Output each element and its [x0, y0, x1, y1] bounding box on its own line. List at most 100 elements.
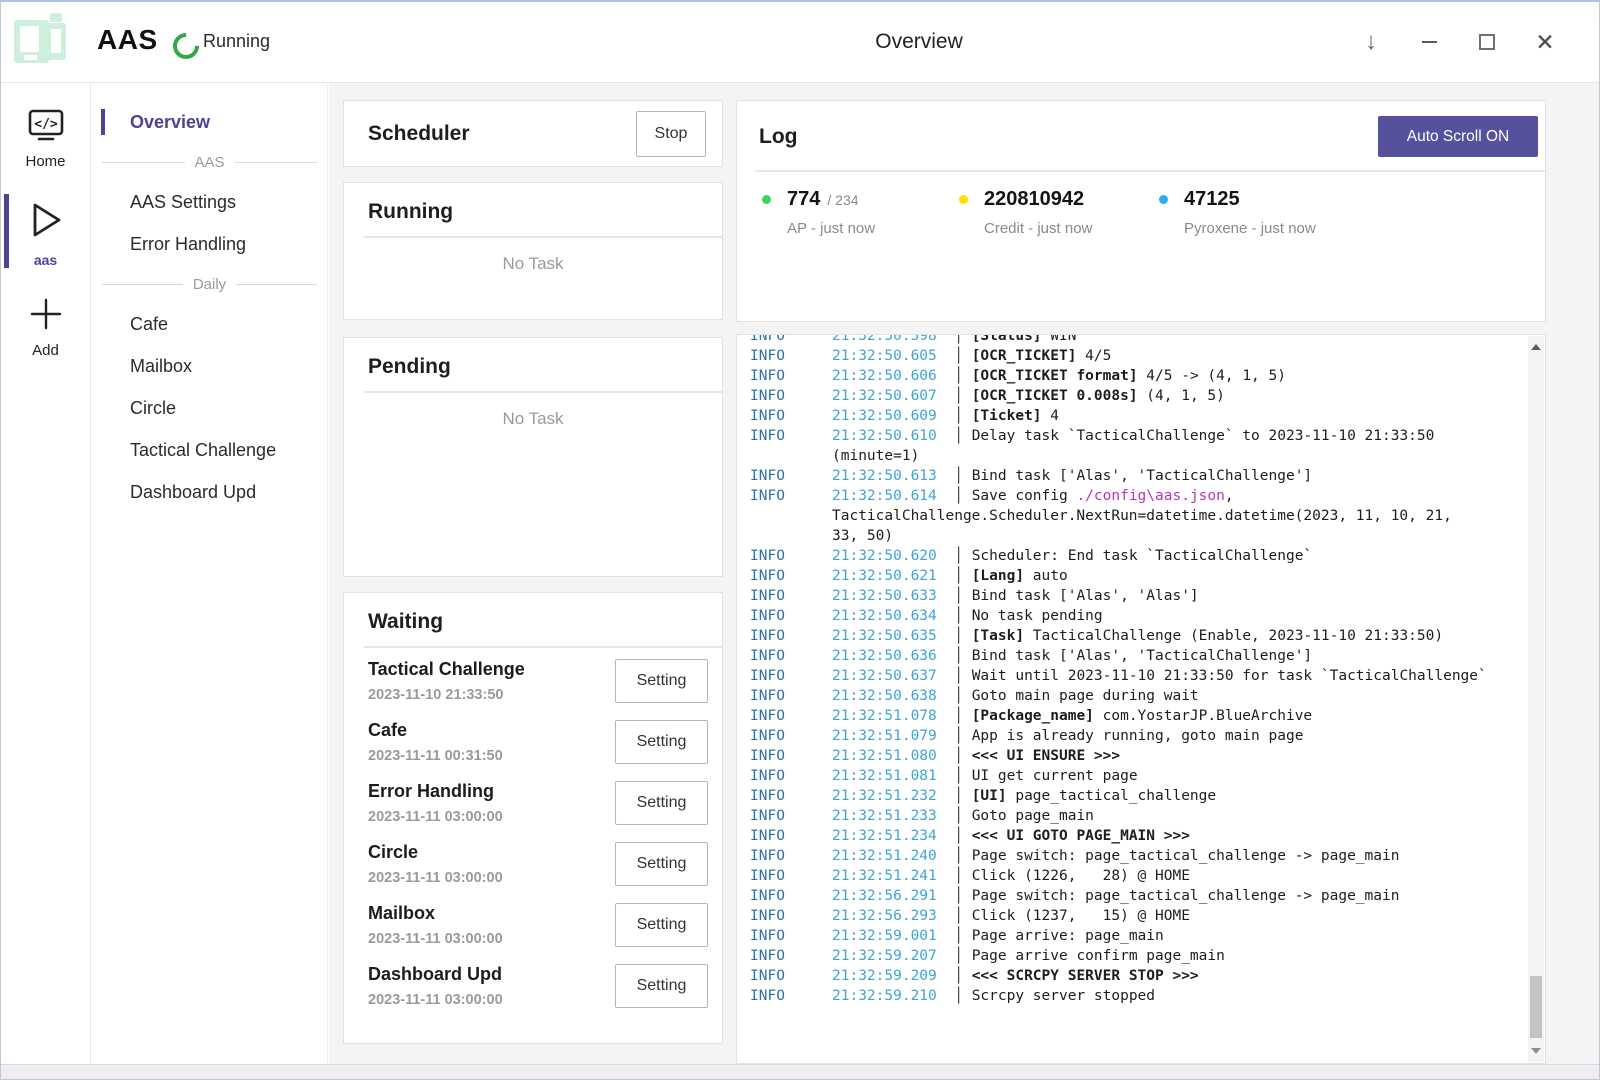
log-level: INFO [750, 546, 832, 566]
log-message: auto [1024, 568, 1068, 584]
log-timestamp: 21:32:51.080 [832, 748, 937, 764]
rail-item-add[interactable]: Add [1, 286, 90, 369]
running-spinner-icon [168, 28, 205, 65]
log-separator: │ [937, 468, 972, 484]
sidebar-item-dashboard-upd[interactable]: Dashboard Upd [92, 471, 327, 513]
log-message: com.YostarJP.BlueArchive [1094, 708, 1312, 724]
auto-scroll-button[interactable]: Auto Scroll ON [1378, 116, 1538, 157]
log-line: INFO21:32:51.241 │ Click (1226, 28) @ HO… [750, 866, 1528, 886]
waiting-task-row: Error Handling2023-11-11 03:00:00Setting [344, 772, 722, 833]
dashboard-total: / 234 [827, 192, 858, 208]
scrollbar-thumb[interactable] [1530, 976, 1542, 1038]
waiting-card: Waiting Tactical Challenge2023-11-10 21:… [343, 592, 723, 1044]
log-message: Goto page_main [972, 808, 1094, 824]
log-level: INFO [750, 946, 832, 966]
log-line: INFO21:32:51.232 │ [UI] page_tactical_ch… [750, 786, 1528, 806]
rail-item-aas[interactable]: aas [1, 188, 90, 278]
log-message: No task pending [972, 608, 1103, 624]
scroll-down-arrow-icon[interactable] [1531, 1048, 1541, 1054]
log-lines: INFO21:32:50.598 │ [Status] WININFO21:32… [750, 335, 1528, 1006]
divider-label: Daily [193, 276, 226, 293]
sidebar-item-error-handling[interactable]: Error Handling [92, 223, 327, 265]
log-timestamp: 21:32:50.614 [832, 488, 937, 504]
log-output[interactable]: INFO21:32:50.598 │ [Status] WININFO21:32… [737, 335, 1528, 1063]
sidebar-item-aas-settings[interactable]: AAS Settings [92, 181, 327, 223]
rail-item-label: Add [32, 342, 59, 359]
log-timestamp: 21:32:50.620 [832, 548, 937, 564]
log-line: INFO21:32:50.621 │ [Lang] auto [750, 566, 1528, 586]
log-timestamp: 21:32:50.605 [832, 348, 937, 364]
setting-button[interactable]: Setting [615, 720, 708, 764]
log-message: Bind task ['Alas', 'TacticalChallenge'] [972, 648, 1312, 664]
running-status-label: Running [203, 31, 270, 52]
log-separator: │ [937, 608, 972, 624]
log-card: Log Auto Scroll ON 774/ 234AP - just now… [736, 100, 1546, 322]
log-title: Log [759, 125, 1378, 149]
scroll-up-arrow-icon[interactable] [1531, 344, 1541, 350]
sidebar-item-tactical-challenge[interactable]: Tactical Challenge [92, 429, 327, 471]
log-dashboard: 774/ 234AP - just now220810942Credit - j… [737, 172, 1545, 292]
log-message: [Ticket] [972, 408, 1042, 424]
log-level: INFO [750, 866, 832, 886]
waiting-task-row: Circle2023-11-11 03:00:00Setting [344, 833, 722, 894]
dashboard-label: Pyroxene - just now [1184, 220, 1316, 237]
log-separator: │ [937, 428, 972, 444]
log-level: INFO [750, 726, 832, 746]
log-level: INFO [750, 335, 832, 346]
sidebar-item-overview[interactable]: Overview [92, 101, 327, 143]
dashboard-value: 774 [787, 188, 820, 211]
log-separator: │ [937, 788, 972, 804]
log-message: Page arrive confirm page_main [972, 948, 1225, 964]
stop-button[interactable]: Stop [636, 111, 706, 157]
log-level: INFO [750, 386, 832, 406]
log-line: INFO21:32:50.633 │ Bind task ['Alas', 'A… [750, 586, 1528, 606]
log-level: INFO [750, 346, 832, 366]
log-separator: │ [937, 588, 972, 604]
log-output-card: INFO21:32:50.598 │ [Status] WININFO21:32… [736, 334, 1546, 1064]
setting-button[interactable]: Setting [615, 964, 708, 1008]
rail-item-home[interactable]: </>Home [1, 99, 90, 180]
log-level: INFO [750, 566, 832, 586]
sidebar-item-cafe[interactable]: Cafe [92, 303, 327, 345]
log-line: INFO21:32:50.607 │ [OCR_TICKET 0.008s] (… [750, 386, 1528, 406]
log-level: INFO [750, 986, 832, 1006]
log-level: INFO [750, 906, 832, 926]
plus-icon [28, 296, 64, 337]
scheduler-card: Scheduler Stop [343, 100, 723, 167]
log-message: Page switch: page_tactical_challenge -> … [972, 848, 1400, 864]
log-continuation: 33, 50) [832, 528, 893, 544]
maximize-button[interactable] [1475, 30, 1499, 54]
log-line: INFO21:32:50.620 │ Scheduler: End task `… [750, 546, 1528, 566]
waiting-task-next-run: 2023-11-11 03:00:00 [368, 992, 615, 1008]
log-message: Click (1226, 28) @ HOME [972, 868, 1190, 884]
log-separator: │ [937, 548, 972, 564]
log-separator: │ [937, 368, 972, 384]
log-separator: │ [937, 628, 972, 644]
setting-button[interactable]: Setting [615, 659, 708, 703]
dashboard-item-ap: 774/ 234AP - just now [762, 188, 875, 237]
log-message: ./config\aas.json [1076, 488, 1224, 504]
sidebar-item-mailbox[interactable]: Mailbox [92, 345, 327, 387]
log-timestamp: 21:32:59.001 [832, 928, 937, 944]
minimize-button[interactable] [1417, 30, 1441, 54]
waiting-task-name: Error Handling [368, 781, 615, 802]
log-timestamp: 21:32:50.607 [832, 388, 937, 404]
log-message: [Status] [972, 335, 1042, 344]
setting-button[interactable]: Setting [615, 903, 708, 947]
close-button[interactable]: ✕ [1533, 30, 1557, 54]
log-message: <<< SCRCPY SERVER STOP >>> [972, 968, 1199, 984]
log-timestamp: 21:32:51.081 [832, 768, 937, 784]
log-timestamp: 21:32:51.232 [832, 788, 937, 804]
sidebar-item-circle[interactable]: Circle [92, 387, 327, 429]
log-separator: │ [937, 728, 972, 744]
log-line: INFO21:32:50.638 │ Goto main page during… [750, 686, 1528, 706]
log-level: INFO [750, 826, 832, 846]
dashboard-item-top: 220810942 [959, 188, 1092, 211]
setting-button[interactable]: Setting [615, 842, 708, 886]
rail-item-label: Home [25, 153, 65, 170]
waiting-task-name: Mailbox [368, 903, 615, 924]
divider [364, 391, 722, 393]
setting-button[interactable]: Setting [615, 781, 708, 825]
log-scrollbar[interactable] [1528, 336, 1544, 1062]
update-download-icon[interactable]: ↓ [1359, 30, 1383, 54]
